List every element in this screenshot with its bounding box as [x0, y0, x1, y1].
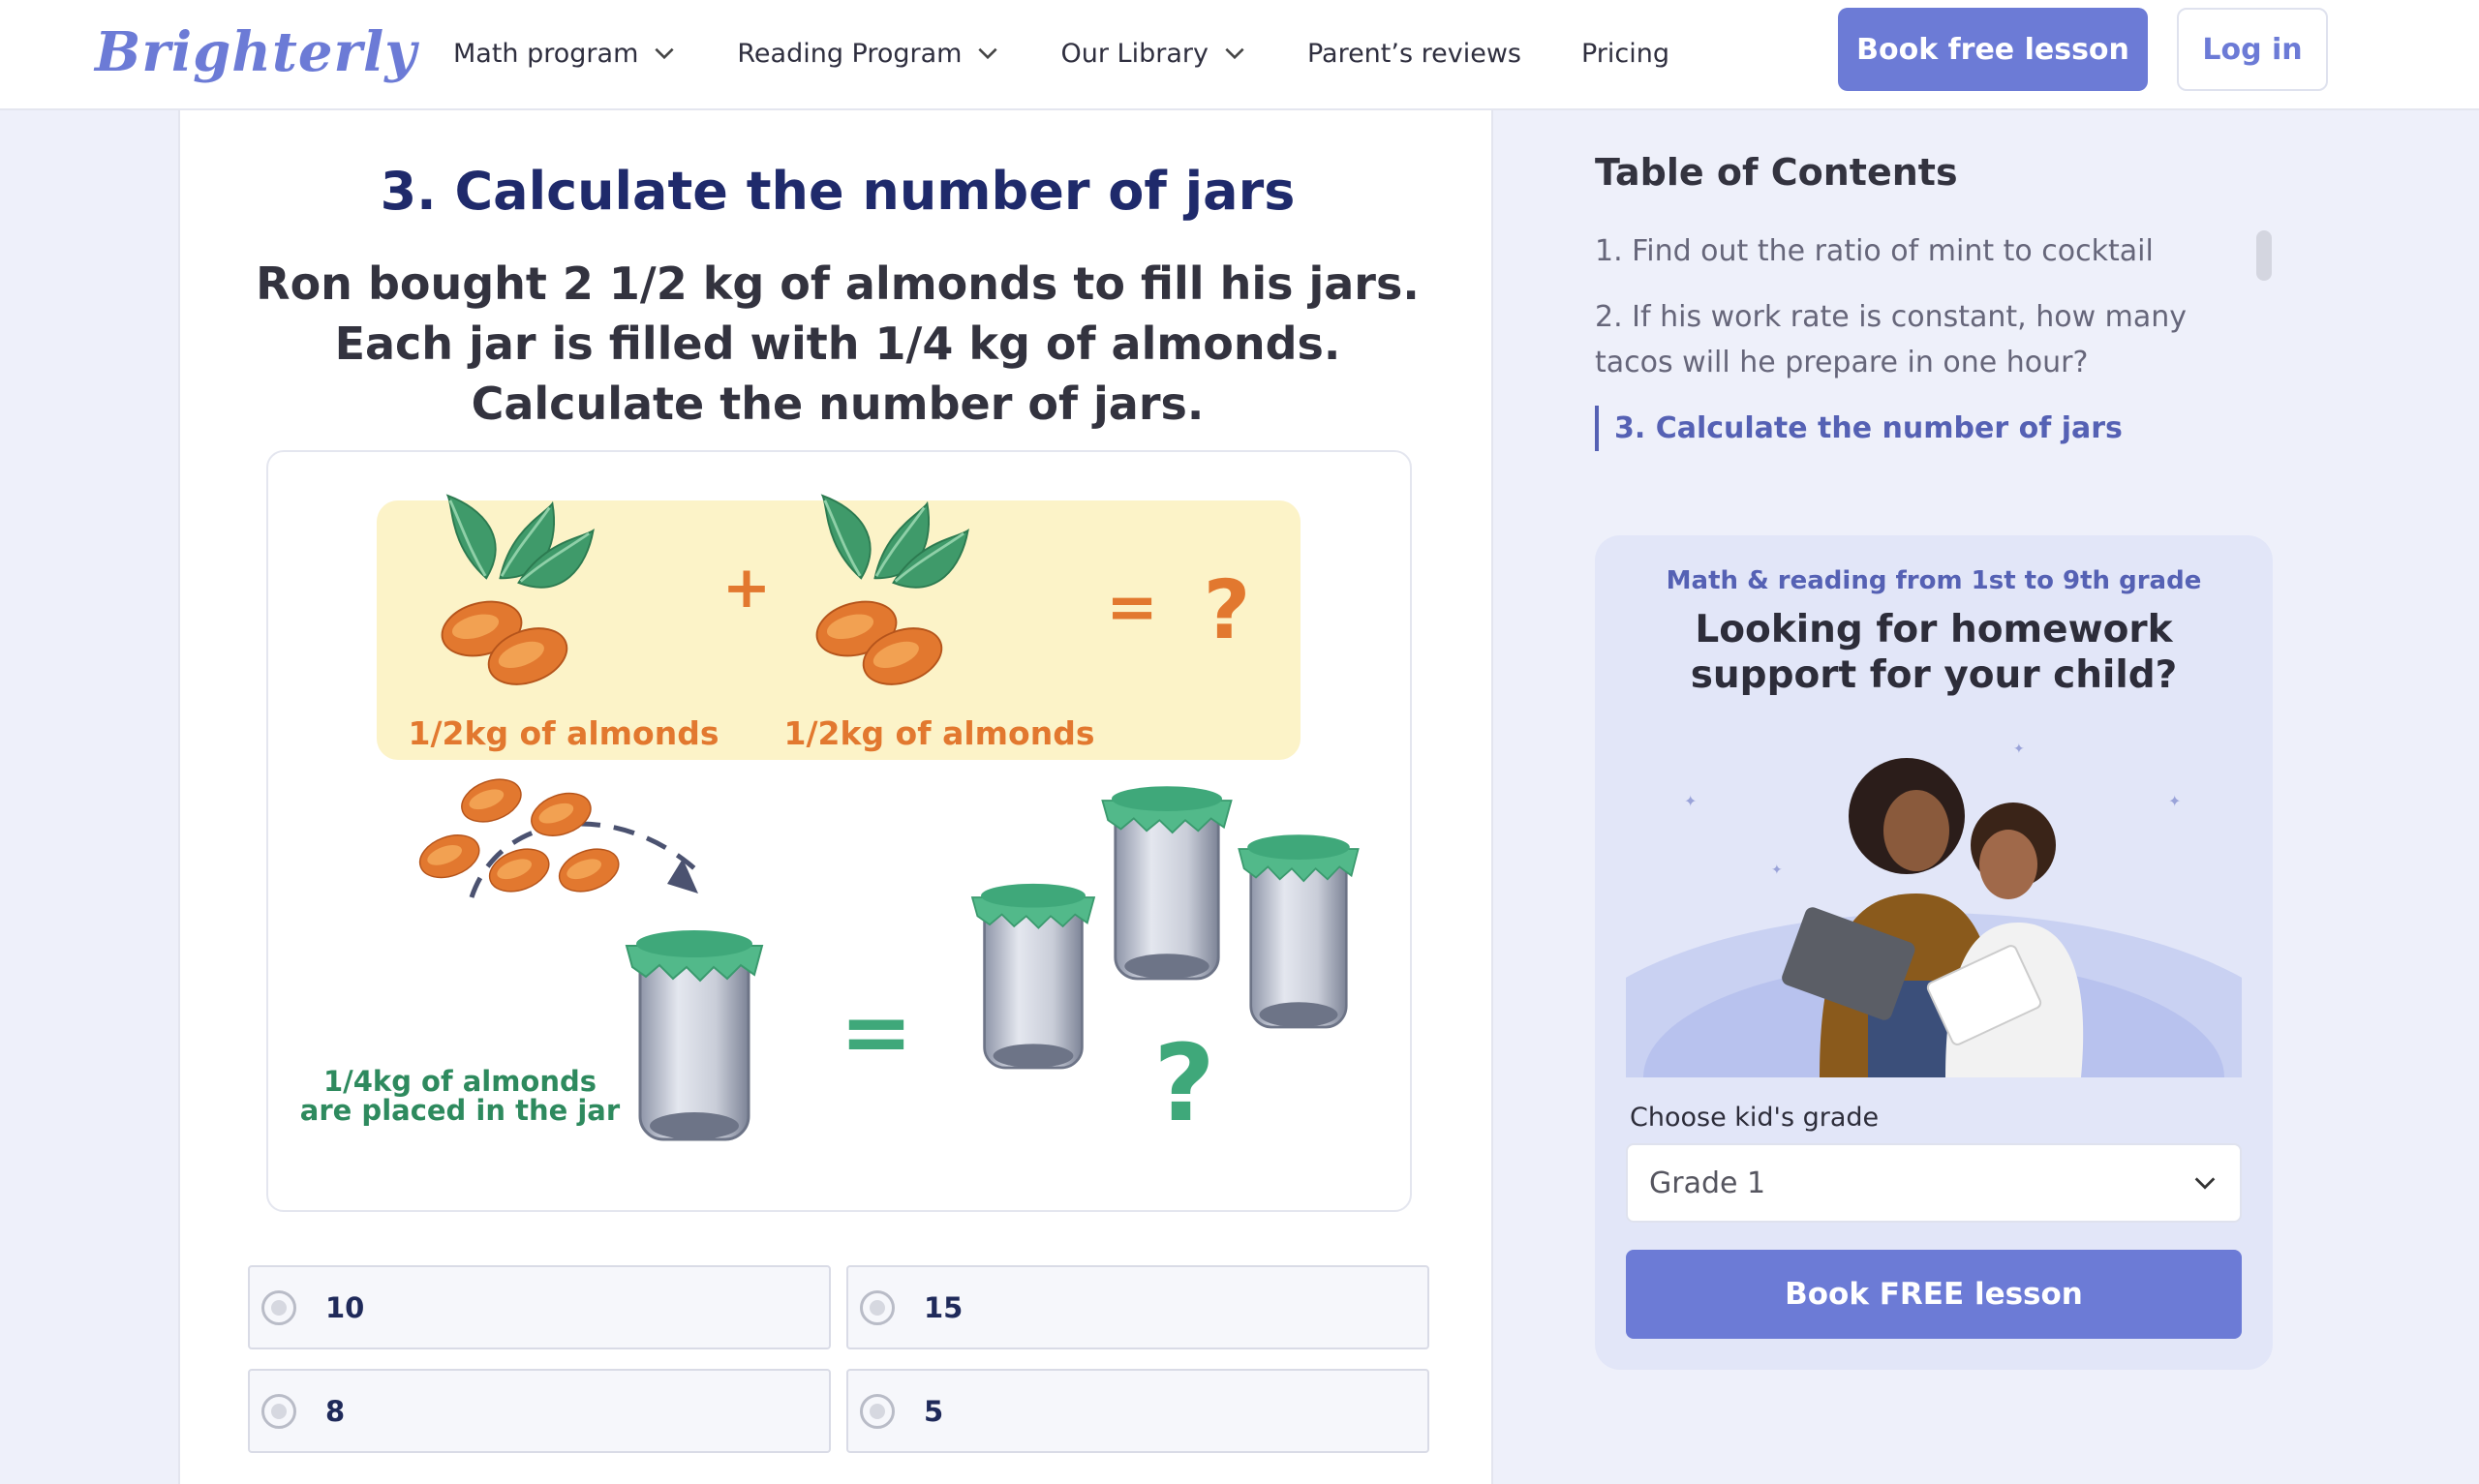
toc-list: 1. Find out the ratio of mint to cocktai… [1595, 228, 2253, 471]
option-label: 5 [924, 1394, 944, 1428]
toc-item-1[interactable]: 1. Find out the ratio of mint to cocktai… [1595, 228, 2253, 274]
question-text: Ron bought 2 1/2 kg of almonds to fill h… [256, 257, 1420, 430]
nav-label: Our Library [1060, 38, 1209, 69]
chevron-down-icon [978, 47, 998, 60]
promo-subtitle: Math & reading from 1st to 9th grade [1666, 566, 2202, 595]
toc-item-2[interactable]: 2. If his work rate is constant, how man… [1595, 294, 2253, 385]
grade-label: Choose kid's grade [1630, 1103, 1880, 1133]
svg-text:✦: ✦ [1771, 863, 1783, 878]
answer-option-a[interactable]: 10 [248, 1265, 831, 1349]
chevron-down-icon [1225, 47, 1244, 60]
answer-option-c[interactable]: 8 [248, 1369, 831, 1453]
grade-value: Grade 1 [1649, 1166, 1766, 1200]
option-label: 15 [924, 1290, 964, 1324]
svg-text:✦: ✦ [2013, 742, 2025, 757]
answer-option-b[interactable]: 15 [846, 1265, 1429, 1349]
promo-title: Looking for homework support for your ch… [1690, 608, 2178, 697]
nav-label: Reading Program [737, 38, 963, 69]
option-label: 8 [325, 1394, 346, 1428]
nav-math-program[interactable]: Math program [453, 39, 677, 69]
almonds-jars-illustration: + = ? 1/2kg of almonds 1/2kg of almonds … [300, 494, 1360, 1145]
svg-text:=: = [840, 982, 912, 1083]
equals-sign: = [1106, 572, 1158, 644]
svg-text:✦: ✦ [1684, 792, 1697, 810]
nav-label: Math program [453, 38, 639, 69]
radio-button[interactable] [860, 1289, 895, 1325]
site-header: Brighterly Math program Reading Program … [0, 0, 2479, 110]
question-card: 3. Calculate the number of jars Ron boug… [178, 110, 1493, 1484]
toc-title: Table of Contents [1595, 151, 1958, 194]
grade-select[interactable]: Grade 1 [1626, 1143, 2242, 1223]
jar-caption-line1: 1/4kg of almonds [323, 1065, 597, 1098]
radio-button[interactable] [261, 1393, 296, 1429]
toc-scrollbar[interactable] [2256, 230, 2272, 281]
svg-text:?: ? [1153, 1021, 1215, 1145]
book-free-lesson-promo-button[interactable]: Book FREE lesson [1626, 1250, 2242, 1339]
option-label: 10 [325, 1290, 365, 1324]
question-title: 3. Calculate the number of jars [380, 161, 1296, 222]
jar-caption-line2: are placed in the jar [300, 1094, 621, 1127]
question-mark: ? [1204, 562, 1251, 657]
toc-item-3-active[interactable]: 3. Calculate the number of jars [1595, 406, 2253, 451]
question-illustration: + = ? 1/2kg of almonds 1/2kg of almonds … [266, 450, 1412, 1212]
nav-our-library[interactable]: Our Library [1060, 39, 1246, 69]
book-free-lesson-button[interactable]: Book free lesson [1838, 8, 2148, 91]
radio-button[interactable] [860, 1393, 895, 1429]
nav-label: Parent’s reviews [1306, 38, 1521, 69]
login-button[interactable]: Log in [2177, 8, 2328, 91]
main-nav: Math program Reading Program Our Library… [453, 0, 1729, 106]
mother-daughter-image: ✦ ✦ ✦ ✦ [1546, 739, 2321, 1242]
promo-card: Math & reading from 1st to 9th grade Loo… [1546, 535, 2321, 1370]
svg-text:✦: ✦ [2168, 792, 2181, 810]
nav-label: Pricing [1580, 38, 1669, 69]
right-caption: 1/2kg of almonds [784, 714, 1095, 752]
brighterly-logo[interactable]: Brighterly [95, 17, 417, 87]
chevron-down-icon [2194, 1177, 2216, 1190]
nav-parents-reviews[interactable]: Parent’s reviews [1307, 39, 1521, 69]
radio-button[interactable] [261, 1289, 296, 1325]
plus-sign: + [722, 554, 771, 621]
nav-pricing[interactable]: Pricing [1581, 39, 1669, 69]
logo-text: Brighterly [95, 20, 417, 84]
nav-reading-program[interactable]: Reading Program [737, 39, 1000, 69]
answer-option-d[interactable]: 5 [846, 1369, 1429, 1453]
left-caption: 1/2kg of almonds [409, 714, 719, 752]
chevron-down-icon [655, 47, 674, 60]
